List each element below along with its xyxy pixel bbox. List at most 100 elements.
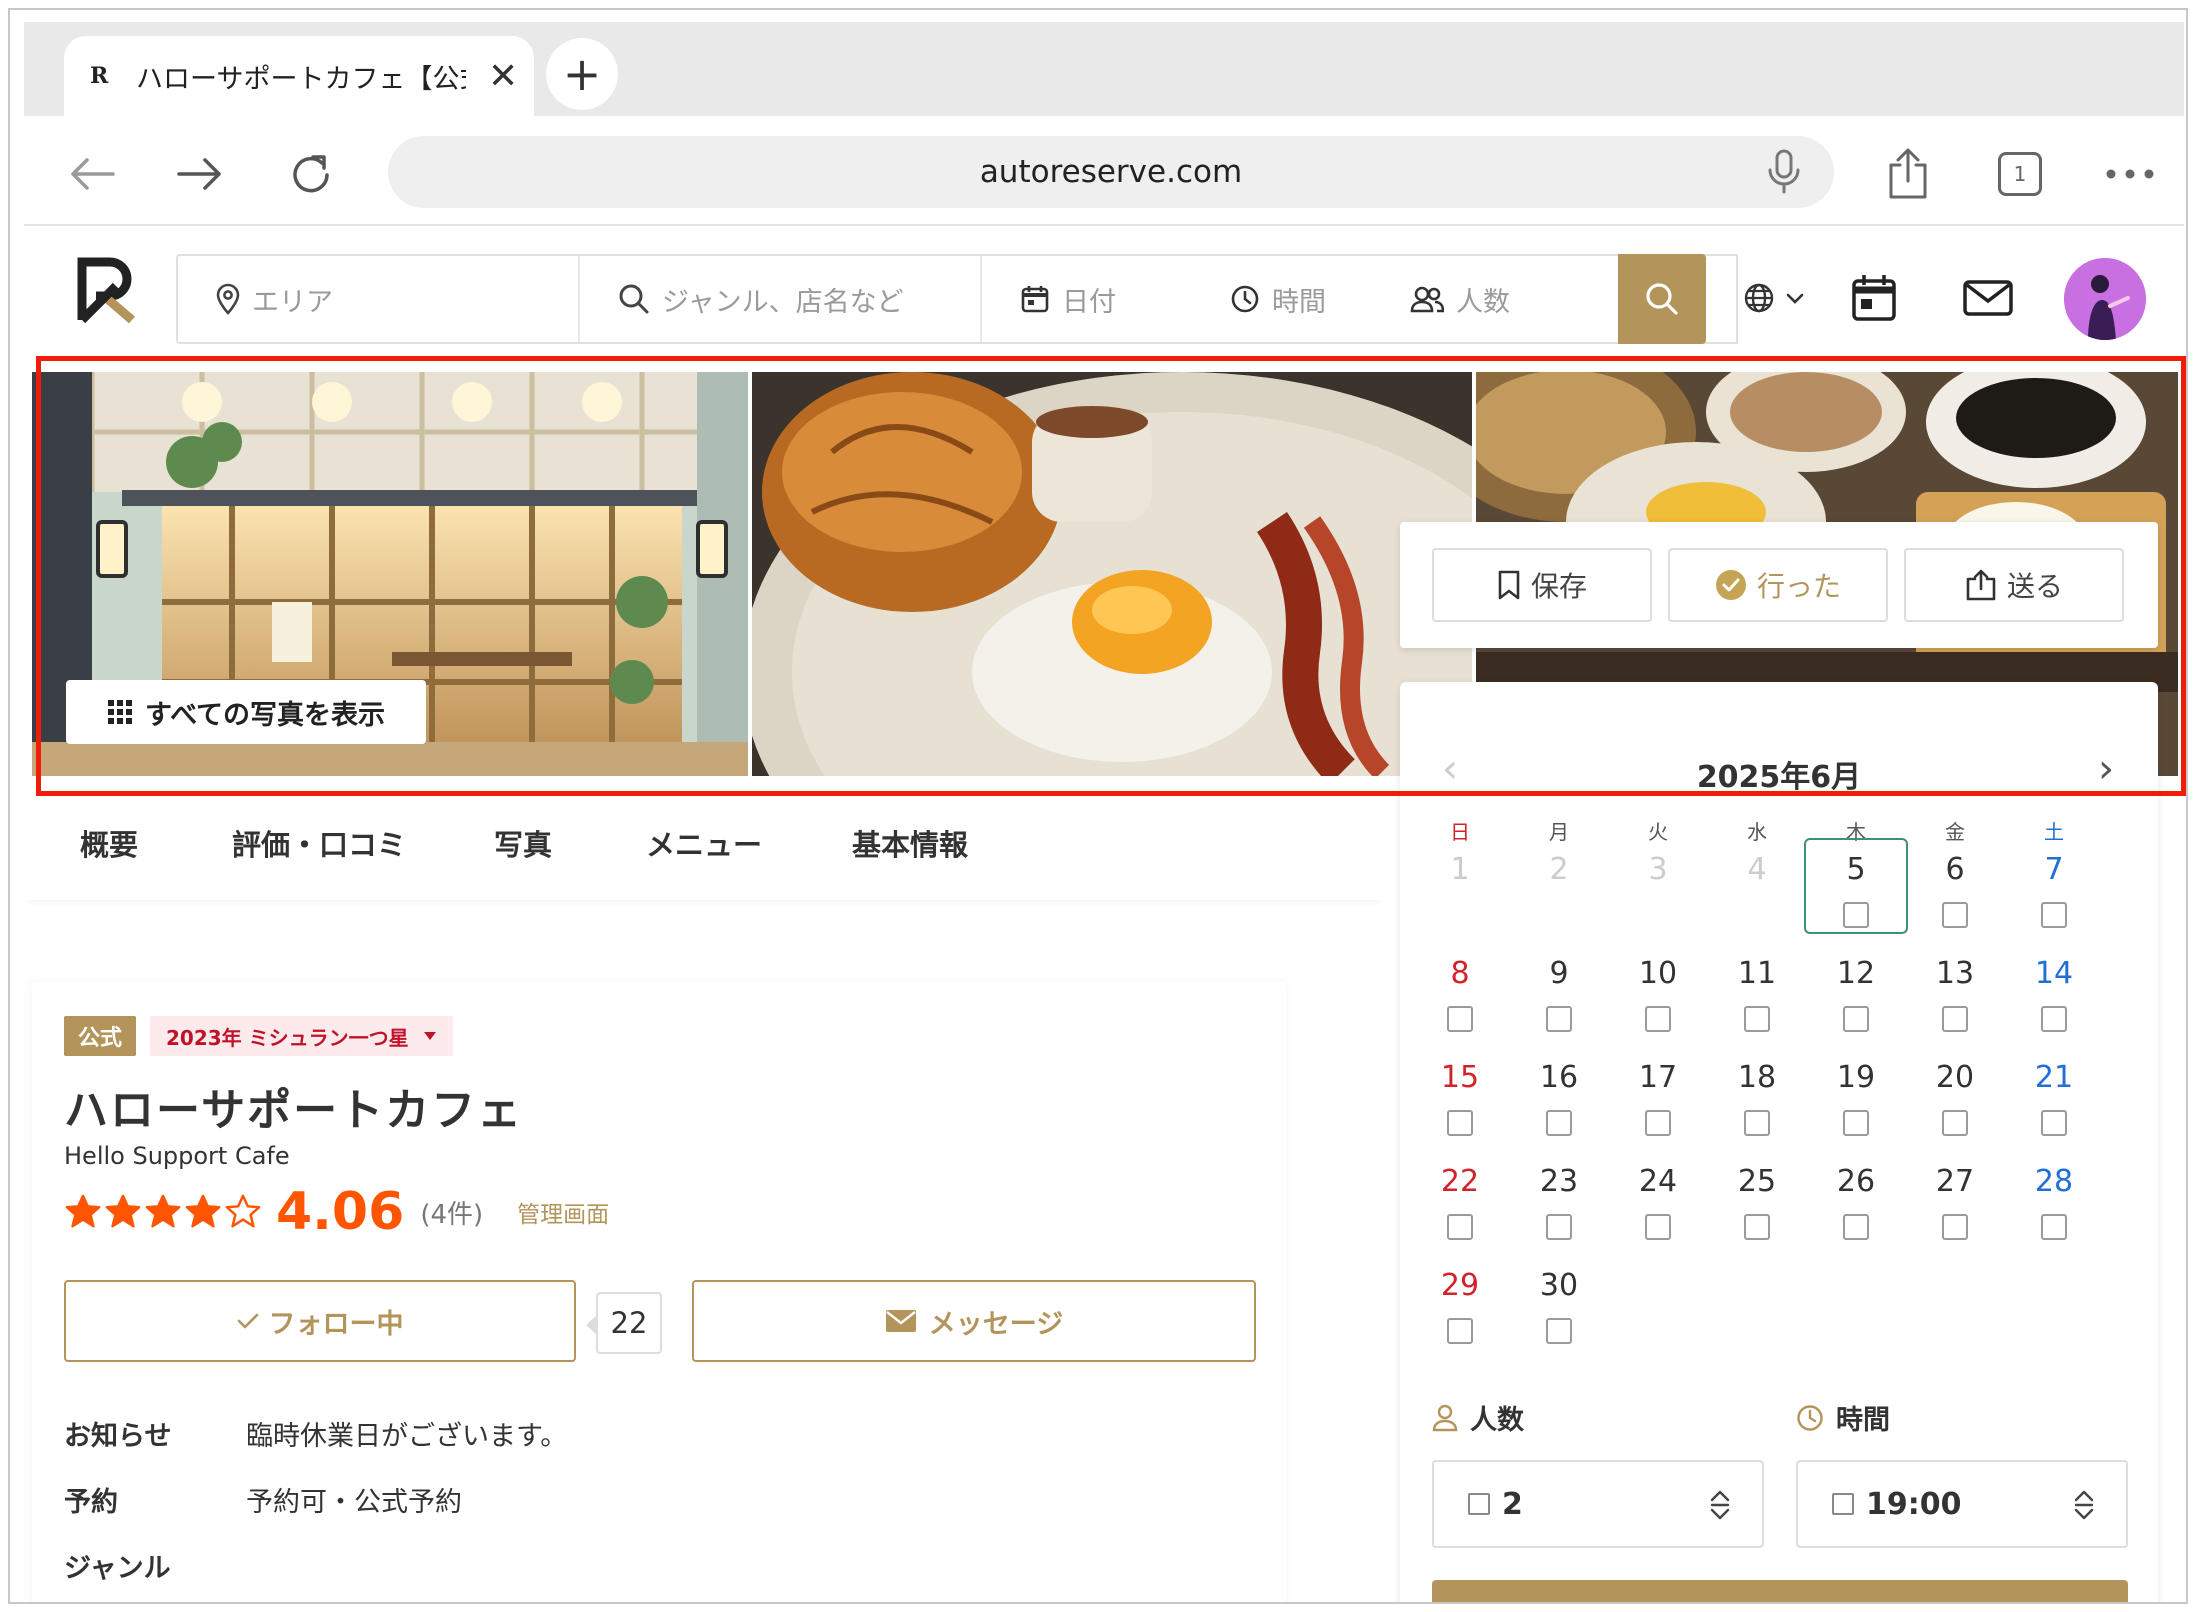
calendar-day[interactable]: 12 bbox=[1816, 956, 1896, 991]
calendar-day[interactable]: 27 bbox=[1915, 1164, 1995, 1199]
time-label: 時間 bbox=[1272, 286, 1326, 318]
mic-icon[interactable] bbox=[1762, 148, 1806, 196]
day-checkbox[interactable] bbox=[1447, 1214, 1473, 1240]
follow-button[interactable]: フォロー中 bbox=[64, 1280, 576, 1362]
reserve-button[interactable] bbox=[1432, 1580, 2128, 1602]
calendar-day[interactable]: 15 bbox=[1420, 1060, 1500, 1095]
calendar-day[interactable]: 18 bbox=[1717, 1060, 1797, 1095]
calendar-day[interactable]: 20 bbox=[1915, 1060, 1995, 1095]
day-checkbox[interactable] bbox=[1744, 1006, 1770, 1032]
day-checkbox[interactable] bbox=[1843, 1110, 1869, 1136]
close-icon[interactable]: ✕ bbox=[488, 56, 518, 97]
calendar-day[interactable]: 8 bbox=[1420, 956, 1500, 991]
calendar-day[interactable]: 19 bbox=[1816, 1060, 1896, 1095]
visited-button[interactable]: 行った bbox=[1668, 548, 1888, 622]
review-count[interactable]: (4件) bbox=[420, 1194, 483, 1231]
calendar-icon[interactable] bbox=[1846, 268, 1902, 328]
day-checkbox[interactable] bbox=[1843, 1214, 1869, 1240]
genre-field[interactable]: ジャンル、店名など bbox=[580, 256, 982, 342]
browser-tab[interactable]: R ハローサポートカフェ【公式】 ✕ bbox=[64, 36, 534, 116]
search-icon bbox=[619, 284, 649, 314]
day-checkbox[interactable] bbox=[1447, 1318, 1473, 1344]
breakfast-photo[interactable] bbox=[752, 372, 1472, 776]
area-field[interactable]: エリア bbox=[178, 256, 580, 342]
day-checkbox[interactable] bbox=[1645, 1110, 1671, 1136]
day-checkbox[interactable] bbox=[1942, 1006, 1968, 1032]
day-checkbox[interactable] bbox=[1744, 1110, 1770, 1136]
calendar-day[interactable]: 11 bbox=[1717, 956, 1797, 991]
calendar-day[interactable]: 21 bbox=[2014, 1060, 2094, 1095]
site-logo[interactable] bbox=[76, 256, 146, 326]
calendar-day[interactable]: 28 bbox=[2014, 1164, 2094, 1199]
time-field[interactable]: 時間 bbox=[1192, 256, 1372, 342]
day-checkbox[interactable] bbox=[1546, 1214, 1572, 1240]
message-button[interactable]: メッセージ bbox=[692, 1280, 1256, 1362]
day-checkbox[interactable] bbox=[1546, 1318, 1572, 1344]
michelin-badge-label: 2023年 ミシュラン一つ星 bbox=[166, 1025, 409, 1050]
calendar-day[interactable]: 10 bbox=[1618, 956, 1698, 991]
tab-basic-info[interactable]: 基本情報 bbox=[852, 822, 968, 864]
language-button[interactable] bbox=[1736, 268, 1812, 328]
search-button[interactable] bbox=[1618, 254, 1706, 344]
time-value: 19:00 bbox=[1866, 1486, 1962, 1522]
more-icon[interactable] bbox=[2098, 142, 2162, 206]
day-checkbox[interactable] bbox=[1744, 1214, 1770, 1240]
calendar-day[interactable]: 26 bbox=[1816, 1164, 1896, 1199]
day-checkbox[interactable] bbox=[1942, 1110, 1968, 1136]
new-tab-button[interactable]: + bbox=[546, 38, 618, 110]
day-checkbox[interactable] bbox=[1942, 1214, 1968, 1240]
day-checkbox[interactable] bbox=[1546, 1006, 1572, 1032]
day-checkbox[interactable] bbox=[1942, 902, 1968, 928]
people-field[interactable]: 人数 bbox=[1372, 256, 1572, 342]
calendar-day[interactable]: 17 bbox=[1618, 1060, 1698, 1095]
tab-count-button[interactable]: 1 bbox=[1988, 142, 2052, 206]
forward-icon[interactable] bbox=[168, 142, 232, 206]
calendar-day[interactable]: 29 bbox=[1420, 1268, 1500, 1303]
send-button[interactable]: 送る bbox=[1904, 548, 2124, 622]
shop-name-en: Hello Support Cafe bbox=[64, 1142, 290, 1170]
calendar-day[interactable]: 14 bbox=[2014, 956, 2094, 991]
day-checkbox[interactable] bbox=[2041, 1110, 2067, 1136]
day-checkbox[interactable] bbox=[1447, 1006, 1473, 1032]
calendar-day[interactable]: 30 bbox=[1519, 1268, 1599, 1303]
tab-overview[interactable]: 概要 bbox=[80, 822, 138, 864]
people-select[interactable]: 2 bbox=[1432, 1460, 1764, 1548]
day-checkbox[interactable] bbox=[1447, 1110, 1473, 1136]
avatar[interactable] bbox=[2064, 258, 2146, 340]
reload-icon[interactable] bbox=[280, 142, 344, 206]
calendar-day[interactable]: 7 bbox=[2014, 852, 2094, 887]
calendar-day[interactable]: 25 bbox=[1717, 1164, 1797, 1199]
day-checkbox[interactable] bbox=[1843, 1006, 1869, 1032]
shop-info-card: 公式 2023年 ミシュラン一つ星 ハローサポートカフェ Hello Suppo… bbox=[32, 982, 1286, 1602]
calendar-day[interactable]: 22 bbox=[1420, 1164, 1500, 1199]
michelin-badge[interactable]: 2023年 ミシュラン一つ星 bbox=[150, 1016, 453, 1056]
next-month-icon[interactable]: › bbox=[2098, 746, 2114, 792]
tab-photos[interactable]: 写真 bbox=[494, 822, 552, 864]
day-checkbox[interactable] bbox=[1645, 1006, 1671, 1032]
day-checkbox[interactable] bbox=[1546, 1110, 1572, 1136]
back-icon[interactable] bbox=[60, 142, 124, 206]
share-icon[interactable] bbox=[1876, 142, 1940, 206]
tab-menu[interactable]: メニュー bbox=[646, 822, 762, 864]
save-button[interactable]: 保存 bbox=[1432, 548, 1652, 622]
address-bar[interactable]: autoreserve.com bbox=[388, 136, 1834, 208]
calendar-day[interactable]: 23 bbox=[1519, 1164, 1599, 1199]
day-checkbox[interactable] bbox=[2041, 1006, 2067, 1032]
day-checkbox[interactable] bbox=[1645, 1214, 1671, 1240]
updown-icon bbox=[1710, 1490, 1730, 1520]
calendar-day[interactable]: 9 bbox=[1519, 956, 1599, 991]
calendar-day[interactable]: 6 bbox=[1915, 852, 1995, 887]
date-field[interactable]: 日付 bbox=[982, 256, 1192, 342]
mail-icon[interactable] bbox=[1958, 268, 2018, 328]
calendar-day[interactable]: 24 bbox=[1618, 1164, 1698, 1199]
show-all-photos-button[interactable]: すべての写真を表示 bbox=[66, 680, 426, 744]
day-checkbox[interactable] bbox=[2041, 902, 2067, 928]
calendar-day[interactable]: 13 bbox=[1915, 956, 1995, 991]
calendar-day[interactable]: 16 bbox=[1519, 1060, 1599, 1095]
people-label: 人数 bbox=[1470, 1405, 1524, 1436]
share-icon bbox=[1966, 569, 1996, 601]
time-select[interactable]: 19:00 bbox=[1796, 1460, 2128, 1548]
admin-link[interactable]: 管理画面 bbox=[517, 1195, 609, 1229]
day-checkbox[interactable] bbox=[2041, 1214, 2067, 1240]
tab-reviews[interactable]: 評価・口コミ bbox=[232, 822, 406, 864]
